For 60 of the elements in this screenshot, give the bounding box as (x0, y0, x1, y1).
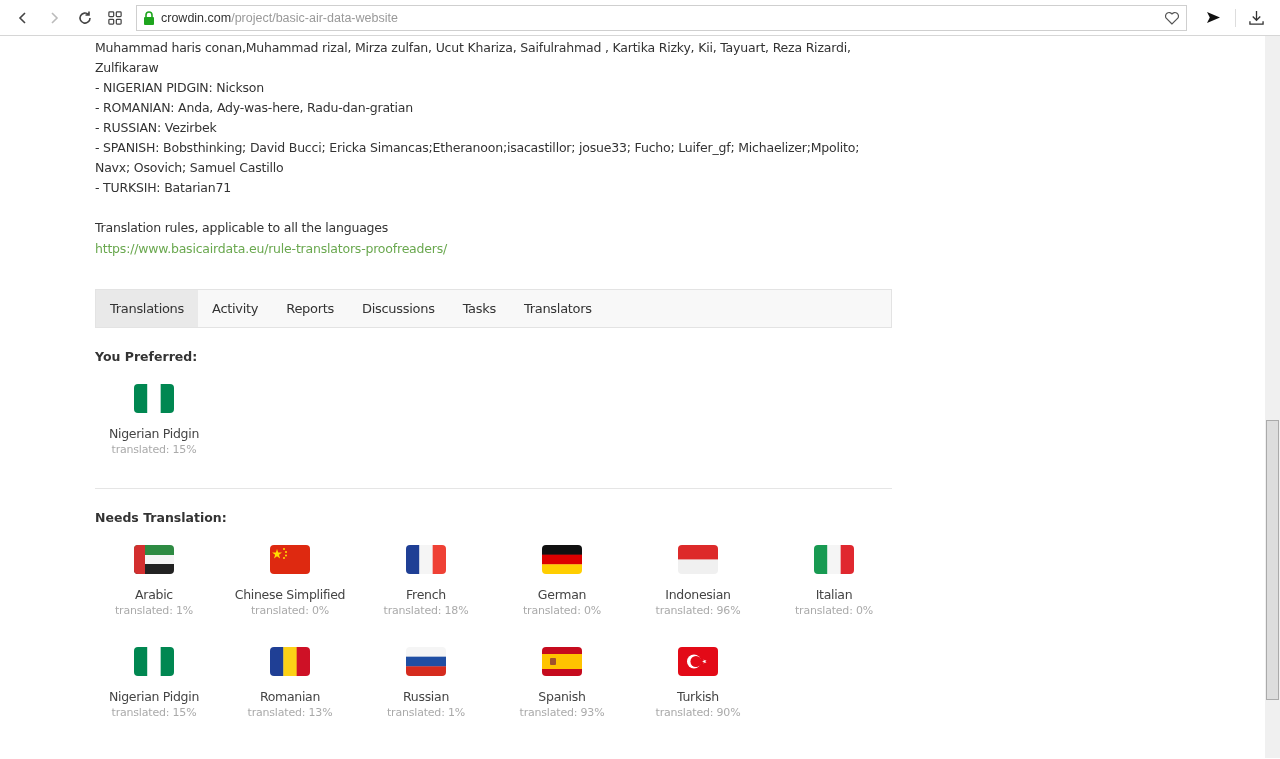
vertical-stripes-flag-icon[interactable] (406, 545, 446, 574)
credits-text: - TURKSIH: Batarian71 (95, 179, 233, 197)
translated-percent: translated: 0% (251, 603, 329, 619)
translated-percent: translated: 1% (115, 603, 193, 619)
language-name[interactable]: German (537, 587, 587, 603)
tab[interactable]: Translators (509, 290, 606, 327)
tab[interactable]: Tasks (448, 290, 510, 327)
translated-percent: translated: 1% (387, 705, 465, 721)
language-name[interactable]: Chinese Simplified (234, 587, 346, 603)
translated-percent: translated: 0% (795, 603, 873, 619)
address-bar[interactable]: crowdin.com/project/basic-air-data-website (136, 4, 1187, 31)
credits-text: - RUSSIAN: Vezirbek (95, 119, 218, 137)
vertical-stripes-flag-icon[interactable] (134, 647, 174, 676)
language-name[interactable]: Russian (403, 689, 449, 705)
language-name[interactable]: Nigerian Pidgin (108, 689, 200, 705)
grid-icon[interactable] (108, 10, 122, 25)
credits-text: - SPANISH: Bobsthinking; David Bucci; Ericka Simancas;Etheranoon;isacastillor; josue33; Fucho; Luifer_gf; Michaelizer;Mpolito; Navx; Osovich; Samuel Castillo (95, 139, 861, 177)
section-heading: Needs Translation: (95, 510, 228, 526)
scrollbar-thumb[interactable] (1266, 420, 1279, 700)
vertical-stripes-flag-icon[interactable] (134, 384, 174, 413)
translated-percent: translated: 96% (655, 603, 741, 619)
crescent-star-flag-icon[interactable] (678, 647, 718, 676)
translated-percent: translated: 15% (111, 705, 197, 721)
language-name[interactable]: Turkish (677, 689, 719, 705)
stars-flag-icon[interactable] (270, 545, 310, 574)
credits-text: - NIGERIAN PIDGIN: Nickson (95, 79, 265, 97)
language-name[interactable]: Nigerian Pidgin (108, 426, 200, 442)
translated-percent: translated: 0% (523, 603, 601, 619)
horizontal-stripes-flag-icon[interactable] (406, 647, 446, 676)
translated-percent: translated: 90% (655, 705, 741, 721)
emblem-flag-icon[interactable] (542, 647, 582, 676)
language-name[interactable]: Spanish (538, 689, 586, 705)
translated-percent: translated: 15% (111, 442, 197, 458)
language-name[interactable]: Arabic (135, 587, 173, 603)
url-text: crowdin.com/project/basic-air-data-website (161, 10, 399, 25)
lock-icon (143, 10, 155, 25)
tab[interactable]: Activity (198, 290, 273, 327)
translated-percent: translated: 13% (247, 705, 333, 721)
vertical-stripes-flag-icon[interactable] (270, 647, 310, 676)
rules-text: Translation rules, applicable to all the languages (95, 219, 390, 237)
credits-text: - ROMANIAN: Anda, Ady-was-here, Radu-dan-gratian (95, 99, 414, 117)
language-name[interactable]: French (406, 587, 446, 603)
tab[interactable]: Discussions (348, 290, 449, 327)
section-heading: You Preferred: (95, 349, 199, 365)
vertical-stripes-flag-icon[interactable] (814, 545, 854, 574)
reload-icon[interactable] (77, 9, 93, 26)
translated-percent: translated: 18% (383, 603, 469, 619)
translated-percent: translated: 93% (519, 705, 605, 721)
horizontal-stripes-flag-icon[interactable] (542, 545, 582, 574)
tab[interactable]: Reports (272, 290, 348, 327)
download-icon[interactable] (1249, 10, 1264, 25)
heart-icon[interactable] (1164, 9, 1180, 26)
band-stripes-flag-icon[interactable] (134, 545, 174, 574)
tab[interactable]: Translations (96, 290, 198, 327)
scrollbar[interactable] (1265, 36, 1280, 758)
language-name[interactable]: Italian (815, 587, 853, 603)
send-icon[interactable] (1206, 11, 1221, 24)
credits-text: Muhammad haris conan,Muhammad rizal, Mirza zulfan, Ucut Khariza, Saifulrahmad , Kartika Rizky, Kii, Tayuart, Reza Rizardi, Zulfikaraw (95, 39, 852, 77)
language-name[interactable]: Romanian (259, 689, 321, 705)
language-name[interactable]: Indonesian (665, 587, 731, 603)
